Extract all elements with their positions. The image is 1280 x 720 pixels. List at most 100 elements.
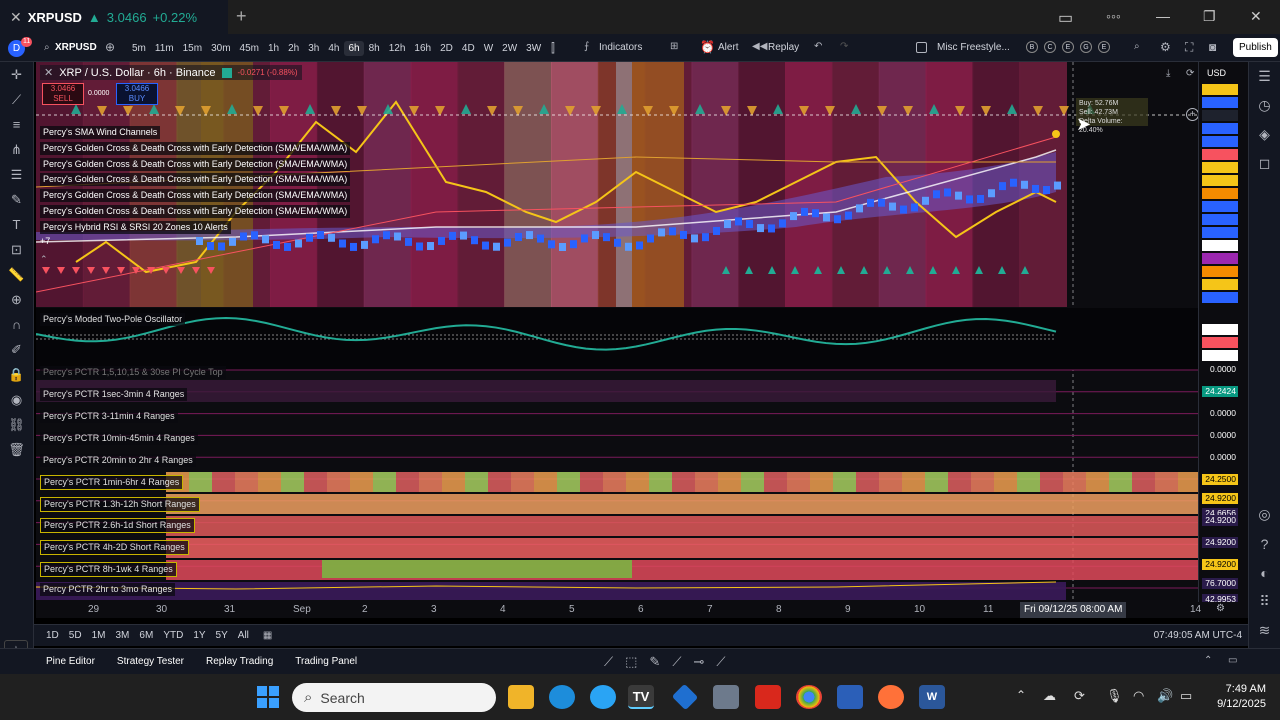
sync-icon[interactable]: ⟳ bbox=[1074, 688, 1085, 704]
pane-label[interactable]: Percy's PCTR 10min-45min 4 Ranges bbox=[40, 432, 198, 445]
utc-clock[interactable]: 07:49:05 AM UTC-4 bbox=[1154, 630, 1242, 641]
text-icon[interactable]: T bbox=[0, 212, 33, 237]
chrome-icon[interactable] bbox=[796, 685, 822, 709]
pane-label[interactable]: Percy's PCTR 20min to 2hr 4 Ranges bbox=[40, 454, 196, 467]
range-1Y[interactable]: 1Y bbox=[193, 630, 205, 641]
search-icon[interactable]: ⌕ bbox=[44, 42, 50, 53]
tray-chevron-icon[interactable]: ⌃ bbox=[1016, 688, 1026, 702]
buy-button[interactable]: 3.0466 BUY bbox=[116, 83, 158, 105]
new-tab-button[interactable]: + bbox=[236, 6, 247, 27]
calendar-icon[interactable]: ▦ bbox=[263, 630, 272, 641]
more-icon[interactable]: ◦◦◦ bbox=[1106, 8, 1121, 24]
question-icon[interactable]: ? bbox=[1249, 529, 1280, 558]
time-settings-icon[interactable]: ⚙ bbox=[1216, 603, 1225, 614]
pane-label[interactable]: Percy's PCTR 1min-6hr 4 Ranges bbox=[40, 475, 184, 490]
layout-letter-3[interactable]: G bbox=[1080, 41, 1092, 53]
replay-icon[interactable]: ◀◀ bbox=[752, 41, 767, 52]
collapse-panel-icon[interactable]: ⌃ bbox=[1204, 655, 1212, 666]
box-tool-icon[interactable]: ⬚ bbox=[625, 654, 637, 670]
pane-label[interactable]: Percy's PCTR 3-11min 4 Ranges bbox=[40, 410, 178, 423]
alarm-clock-icon[interactable]: ⏰ bbox=[700, 40, 715, 54]
range-All[interactable]: All bbox=[238, 630, 249, 641]
battery-icon[interactable]: ▭ bbox=[1180, 688, 1192, 704]
indicator-legend-item[interactable]: Percy's Golden Cross & Death Cross with … bbox=[40, 189, 351, 203]
alert-button[interactable]: Alert bbox=[718, 42, 739, 53]
interval-2D[interactable]: 2D bbox=[436, 41, 457, 56]
eye-icon[interactable]: ◉ bbox=[0, 387, 33, 412]
layout-letter-1[interactable]: C bbox=[1044, 41, 1056, 53]
range-5D[interactable]: 5D bbox=[69, 630, 82, 641]
copilot-icon[interactable] bbox=[590, 685, 616, 709]
time-scale[interactable]: 29 30 31 Sep 2 3 4 5 6 7 8 9 10 11 14 Fri 09/12/25 08:… bbox=[36, 602, 1248, 618]
target-icon[interactable]: ◎ bbox=[1249, 500, 1280, 529]
bottom-tab[interactable]: Trading Panel bbox=[295, 656, 357, 667]
camera-icon[interactable]: ◙ bbox=[1209, 40, 1216, 54]
layout-letter-4[interactable]: E bbox=[1098, 41, 1110, 53]
indicator-legend-item[interactable]: Percy's Hybrid RSI & SRSI 20 Zones 10 Al… bbox=[40, 220, 231, 234]
pencil-lock-icon[interactable]: ✐ bbox=[0, 337, 33, 362]
interval-4D[interactable]: 4D bbox=[458, 41, 479, 56]
range-3M[interactable]: 3M bbox=[116, 630, 130, 641]
interval-15m[interactable]: 15m bbox=[179, 41, 206, 56]
pitchfork-icon[interactable]: ⋔ bbox=[0, 137, 33, 162]
refresh-icon[interactable]: ⟳ bbox=[1186, 68, 1194, 79]
ray-tool-icon[interactable]: ⟋ bbox=[672, 654, 681, 670]
collapse-up-icon[interactable]: ⌃ bbox=[40, 254, 48, 265]
chat-icon[interactable]: ◻ bbox=[1249, 149, 1280, 178]
range-YTD[interactable]: YTD bbox=[163, 630, 183, 641]
layout-letter-0[interactable]: B bbox=[1026, 41, 1038, 53]
file-explorer-icon[interactable] bbox=[508, 685, 534, 709]
lock-icon[interactable]: 🔒 bbox=[0, 362, 33, 387]
range-1M[interactable]: 1M bbox=[92, 630, 106, 641]
interval-2W[interactable]: 2W bbox=[498, 41, 521, 56]
interval-16h[interactable]: 16h bbox=[410, 41, 435, 56]
alerts-clock-icon[interactable]: ◷ bbox=[1249, 91, 1280, 120]
range-1D[interactable]: 1D bbox=[46, 630, 59, 641]
path-tool-icon[interactable]: ⟋ bbox=[716, 654, 725, 670]
bottom-tab[interactable]: Strategy Tester bbox=[117, 656, 184, 667]
compare-icon[interactable]: ⊕ bbox=[105, 40, 115, 54]
help-icon[interactable]: ◐ bbox=[1249, 558, 1280, 587]
pattern-icon[interactable]: ⊡ bbox=[0, 237, 33, 262]
chart-area[interactable]: ✕ XRP / U.S. Dollar · 6h · Binance -0.02… bbox=[36, 62, 1198, 602]
pane-label[interactable]: Percy's PCTR 1sec-3min 4 Ranges bbox=[40, 388, 188, 401]
layout-letter-2[interactable]: E bbox=[1062, 41, 1074, 53]
pane-label[interactable]: Percy's PCTR 1,5,10,15 & 30se PI Cycle T… bbox=[40, 366, 226, 379]
indicators-icon[interactable]: ⨍ bbox=[584, 41, 589, 52]
volume-icon[interactable]: 🔊 bbox=[1157, 688, 1173, 704]
interval-8h[interactable]: 8h bbox=[365, 41, 384, 56]
screen-icon[interactable]: ▭ bbox=[1058, 8, 1073, 28]
interval-4h[interactable]: 4h bbox=[324, 41, 343, 56]
interval-5m[interactable]: 5m bbox=[128, 41, 150, 56]
watchlist-icon[interactable]: ☰ bbox=[1249, 62, 1280, 91]
undo-icon[interactable]: ↶ bbox=[814, 41, 822, 52]
fullscreen-icon[interactable]: ⛶ bbox=[1185, 40, 1193, 55]
close-tab-icon[interactable]: ✕ bbox=[10, 9, 22, 26]
chevron-down-icon[interactable]: ⌄ bbox=[530, 42, 538, 53]
pane-label[interactable]: Percy PCTR 2hr to 3mo Ranges bbox=[40, 583, 176, 596]
interval-45m[interactable]: 45m bbox=[236, 41, 263, 56]
ruler-icon[interactable]: 📏 bbox=[0, 262, 33, 287]
currency-label[interactable]: USD bbox=[1207, 68, 1226, 78]
trend-line-icon[interactable]: ⟋ bbox=[0, 87, 33, 112]
minimize-button[interactable]: — bbox=[1156, 8, 1170, 24]
horizontal-lines-icon[interactable]: ≡ bbox=[0, 112, 33, 137]
pane-label[interactable]: Percy's PCTR 1.3h-12h Short Ranges bbox=[40, 497, 200, 512]
price-scale[interactable]: USD 0.0000 24.2424 0.0000 0.0000 0.0000 24.25… bbox=[1198, 62, 1248, 605]
interval-W[interactable]: W bbox=[480, 41, 497, 56]
layout-name[interactable]: Misc Freestyle... bbox=[937, 42, 1010, 53]
browser-tab[interactable]: ✕ XRPUSD ▲ 3.0466 +0.22% bbox=[0, 0, 228, 34]
scroll-down-icon[interactable]: ⤓ bbox=[1166, 68, 1170, 79]
monitor-app-icon[interactable] bbox=[837, 685, 863, 709]
bottom-tab[interactable]: Pine Editor bbox=[46, 656, 95, 667]
layout-icon[interactable] bbox=[916, 42, 927, 53]
hline-tool-icon[interactable]: ⊸ bbox=[693, 654, 704, 670]
pane-label[interactable]: Percy's Moded Two-Pole Oscillator bbox=[40, 313, 186, 326]
quick-search-icon[interactable]: ⌕ bbox=[1134, 41, 1140, 52]
indicators-button[interactable]: Indicators bbox=[599, 42, 642, 53]
word-icon[interactable]: W bbox=[919, 685, 945, 709]
brush-icon[interactable]: ✎ bbox=[0, 187, 33, 212]
indicator-legend-item[interactable]: Percy's SMA Wind Channels bbox=[40, 126, 161, 139]
indicator-legend-item[interactable]: Percy's Golden Cross & Death Cross with … bbox=[40, 157, 351, 171]
gear-icon[interactable]: ⚙ bbox=[1160, 40, 1171, 54]
